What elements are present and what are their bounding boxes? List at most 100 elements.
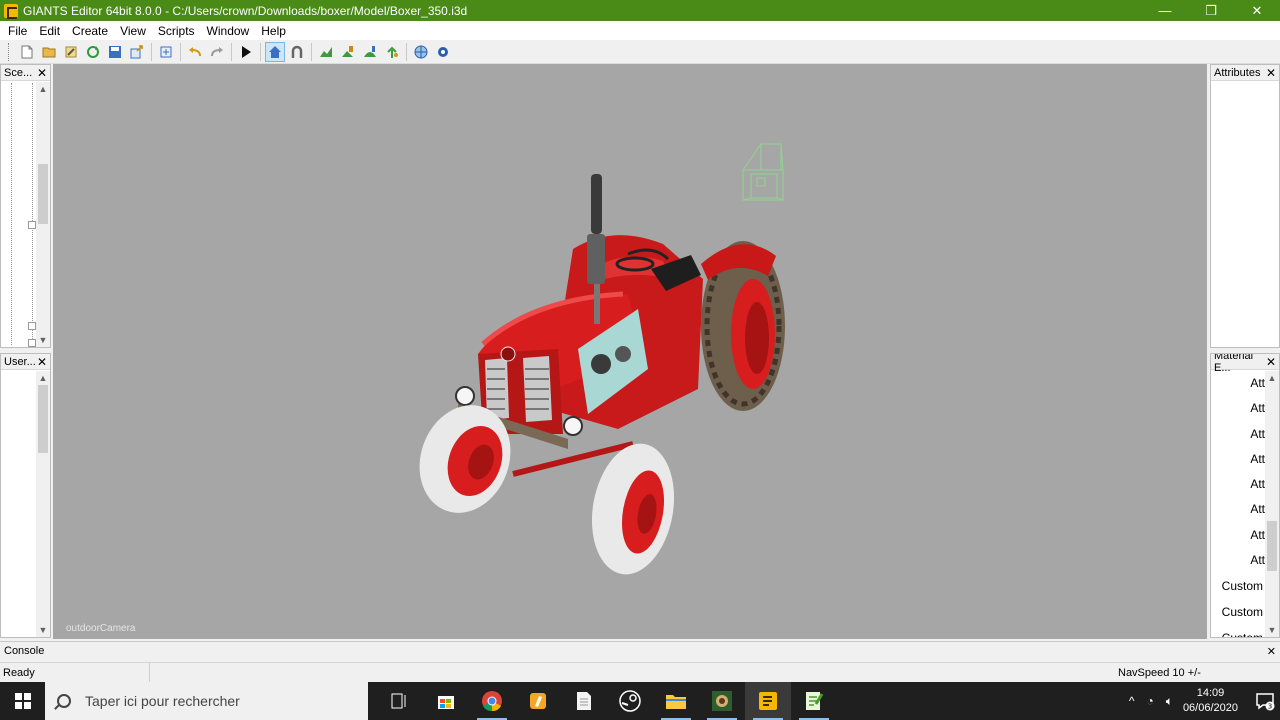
windows-taskbar: Taper ici pour rechercher ^ ◔ 🔈︎ 14:09 0… [0,682,1280,720]
user-attributes-close-icon[interactable]: ✕ [37,355,47,369]
scroll-down-icon[interactable]: ▼ [1265,623,1279,637]
reload-button[interactable] [83,42,103,62]
save-button[interactable] [105,42,125,62]
toolbar-grip[interactable] [8,42,12,61]
scroll-thumb[interactable] [38,164,48,224]
notepadpp-app[interactable] [791,682,837,720]
globe-icon [414,45,428,58]
material-row[interactable]: Att [1211,497,1267,522]
store-app[interactable] [423,682,469,720]
3d-viewport[interactable]: outdoorCamera [53,64,1207,639]
material-row[interactable]: Att [1211,447,1267,472]
taskbar-search[interactable]: Taper ici pour rechercher [45,682,368,720]
scenegraph-header: Sce... ✕ [1,65,50,81]
material-attribute-list: Att Att Att Att Att Att Att Att Custom C… [1211,371,1267,637]
scroll-thumb[interactable] [1267,521,1277,571]
scroll-down-icon[interactable]: ▼ [36,333,50,347]
material-row[interactable]: Att [1211,396,1267,421]
console-panel: Console ✕ [0,641,1280,660]
notepad-app[interactable] [561,682,607,720]
game-app[interactable] [515,682,561,720]
notification-icon: 3 [1256,693,1275,711]
menu-help[interactable]: Help [255,24,292,38]
edit-icon [65,46,77,57]
terrain-paint-icon [342,45,353,57]
console-close-icon[interactable]: ✕ [1267,645,1276,658]
material-row[interactable]: Att [1211,371,1267,396]
terrain-paint-button[interactable] [338,42,358,62]
scroll-thumb[interactable] [38,385,48,453]
scenegraph-scrollbar[interactable]: ▲ ▼ [36,82,50,347]
material-row[interactable]: Custom [1211,599,1267,625]
menu-window[interactable]: Window [201,24,256,38]
material-row[interactable]: Att [1211,422,1267,447]
scenegraph-close-icon[interactable]: ✕ [37,66,47,80]
terrain-smooth-button[interactable] [360,42,380,62]
scroll-down-icon[interactable]: ▼ [36,623,50,637]
notification-center-button[interactable]: 3 [1250,682,1280,720]
menu-file[interactable]: File [2,24,33,38]
redo-button[interactable] [207,42,227,62]
search-placeholder: Taper ici pour rechercher [85,693,240,709]
file-explorer-app[interactable] [653,682,699,720]
select-mode-button[interactable] [265,41,285,62]
foliage-paint-button[interactable] [382,42,402,62]
settings-button[interactable] [433,42,453,62]
expand-toggle-icon[interactable] [28,322,36,330]
system-tray: ^ ◔ 🔈︎ 14:09 06/06/2020 3 [1123,682,1280,720]
menu-edit[interactable]: Edit [33,24,66,38]
steam-app[interactable] [607,682,653,720]
material-row[interactable]: Att [1211,523,1267,548]
console-title: Console [4,645,45,657]
scroll-up-icon[interactable]: ▲ [36,371,50,385]
clock[interactable]: 14:09 06/06/2020 [1183,686,1238,716]
menu-bar: File Edit Create View Scripts Window Hel… [0,21,1280,40]
attributes-title: Attributes [1214,66,1261,79]
toolbar-separator [311,42,312,61]
user-attributes-scrollbar[interactable]: ▲ ▼ [36,371,50,637]
material-editor-scrollbar[interactable]: ▲ ▼ [1265,371,1279,637]
close-button[interactable]: ✕ [1234,0,1280,21]
expand-toggle-icon[interactable] [28,339,36,347]
restore-button[interactable]: ❐ [1188,0,1234,21]
snap-button[interactable] [287,42,307,62]
material-row[interactable]: Custom [1211,625,1267,637]
play-button[interactable] [236,42,256,62]
open-file-button[interactable] [39,42,59,62]
material-row[interactable]: Att [1211,472,1267,497]
edit-file-button[interactable] [61,42,81,62]
attributes-panel: Attributes ✕ [1210,64,1280,348]
scroll-up-icon[interactable]: ▲ [1265,371,1279,385]
toolbar-separator [180,42,181,61]
undo-button[interactable] [185,42,205,62]
collapse-toggle-icon[interactable] [28,221,36,229]
import-button[interactable] [156,42,176,62]
scenegraph-panel: Sce... ✕ ▲ ▼ [0,64,51,348]
chrome-app[interactable] [469,682,515,720]
material-row[interactable]: Custom [1211,573,1267,599]
attributes-close-icon[interactable]: ✕ [1266,66,1276,80]
web-link-button[interactable] [411,42,431,62]
giants-editor-taskbar-icon [759,692,777,710]
magnet-icon [291,45,303,58]
minimize-button[interactable]: — [1142,0,1188,21]
scroll-up-icon[interactable]: ▲ [36,82,50,96]
material-row[interactable]: Att [1211,548,1267,573]
game-app-2[interactable] [699,682,745,720]
wifi-icon[interactable]: ◔ [1146,694,1153,708]
task-view-button[interactable] [377,682,423,720]
material-editor-close-icon[interactable]: ✕ [1266,355,1276,369]
start-button[interactable] [0,682,45,720]
volume-icon[interactable]: 🔈︎ [1166,694,1173,709]
new-file-button[interactable] [17,42,37,62]
toolbar-separator [406,42,407,61]
terrain-raise-button[interactable] [316,42,336,62]
export-button[interactable] [127,42,147,62]
menu-scripts[interactable]: Scripts [152,24,201,38]
chevron-up-icon[interactable]: ^ [1129,694,1135,708]
menu-view[interactable]: View [114,24,152,38]
scenegraph-tree[interactable] [11,83,36,347]
nav-speed: NavSpeed 10 +/- [1118,666,1201,679]
menu-create[interactable]: Create [66,24,114,38]
giants-editor-app[interactable] [745,682,791,720]
